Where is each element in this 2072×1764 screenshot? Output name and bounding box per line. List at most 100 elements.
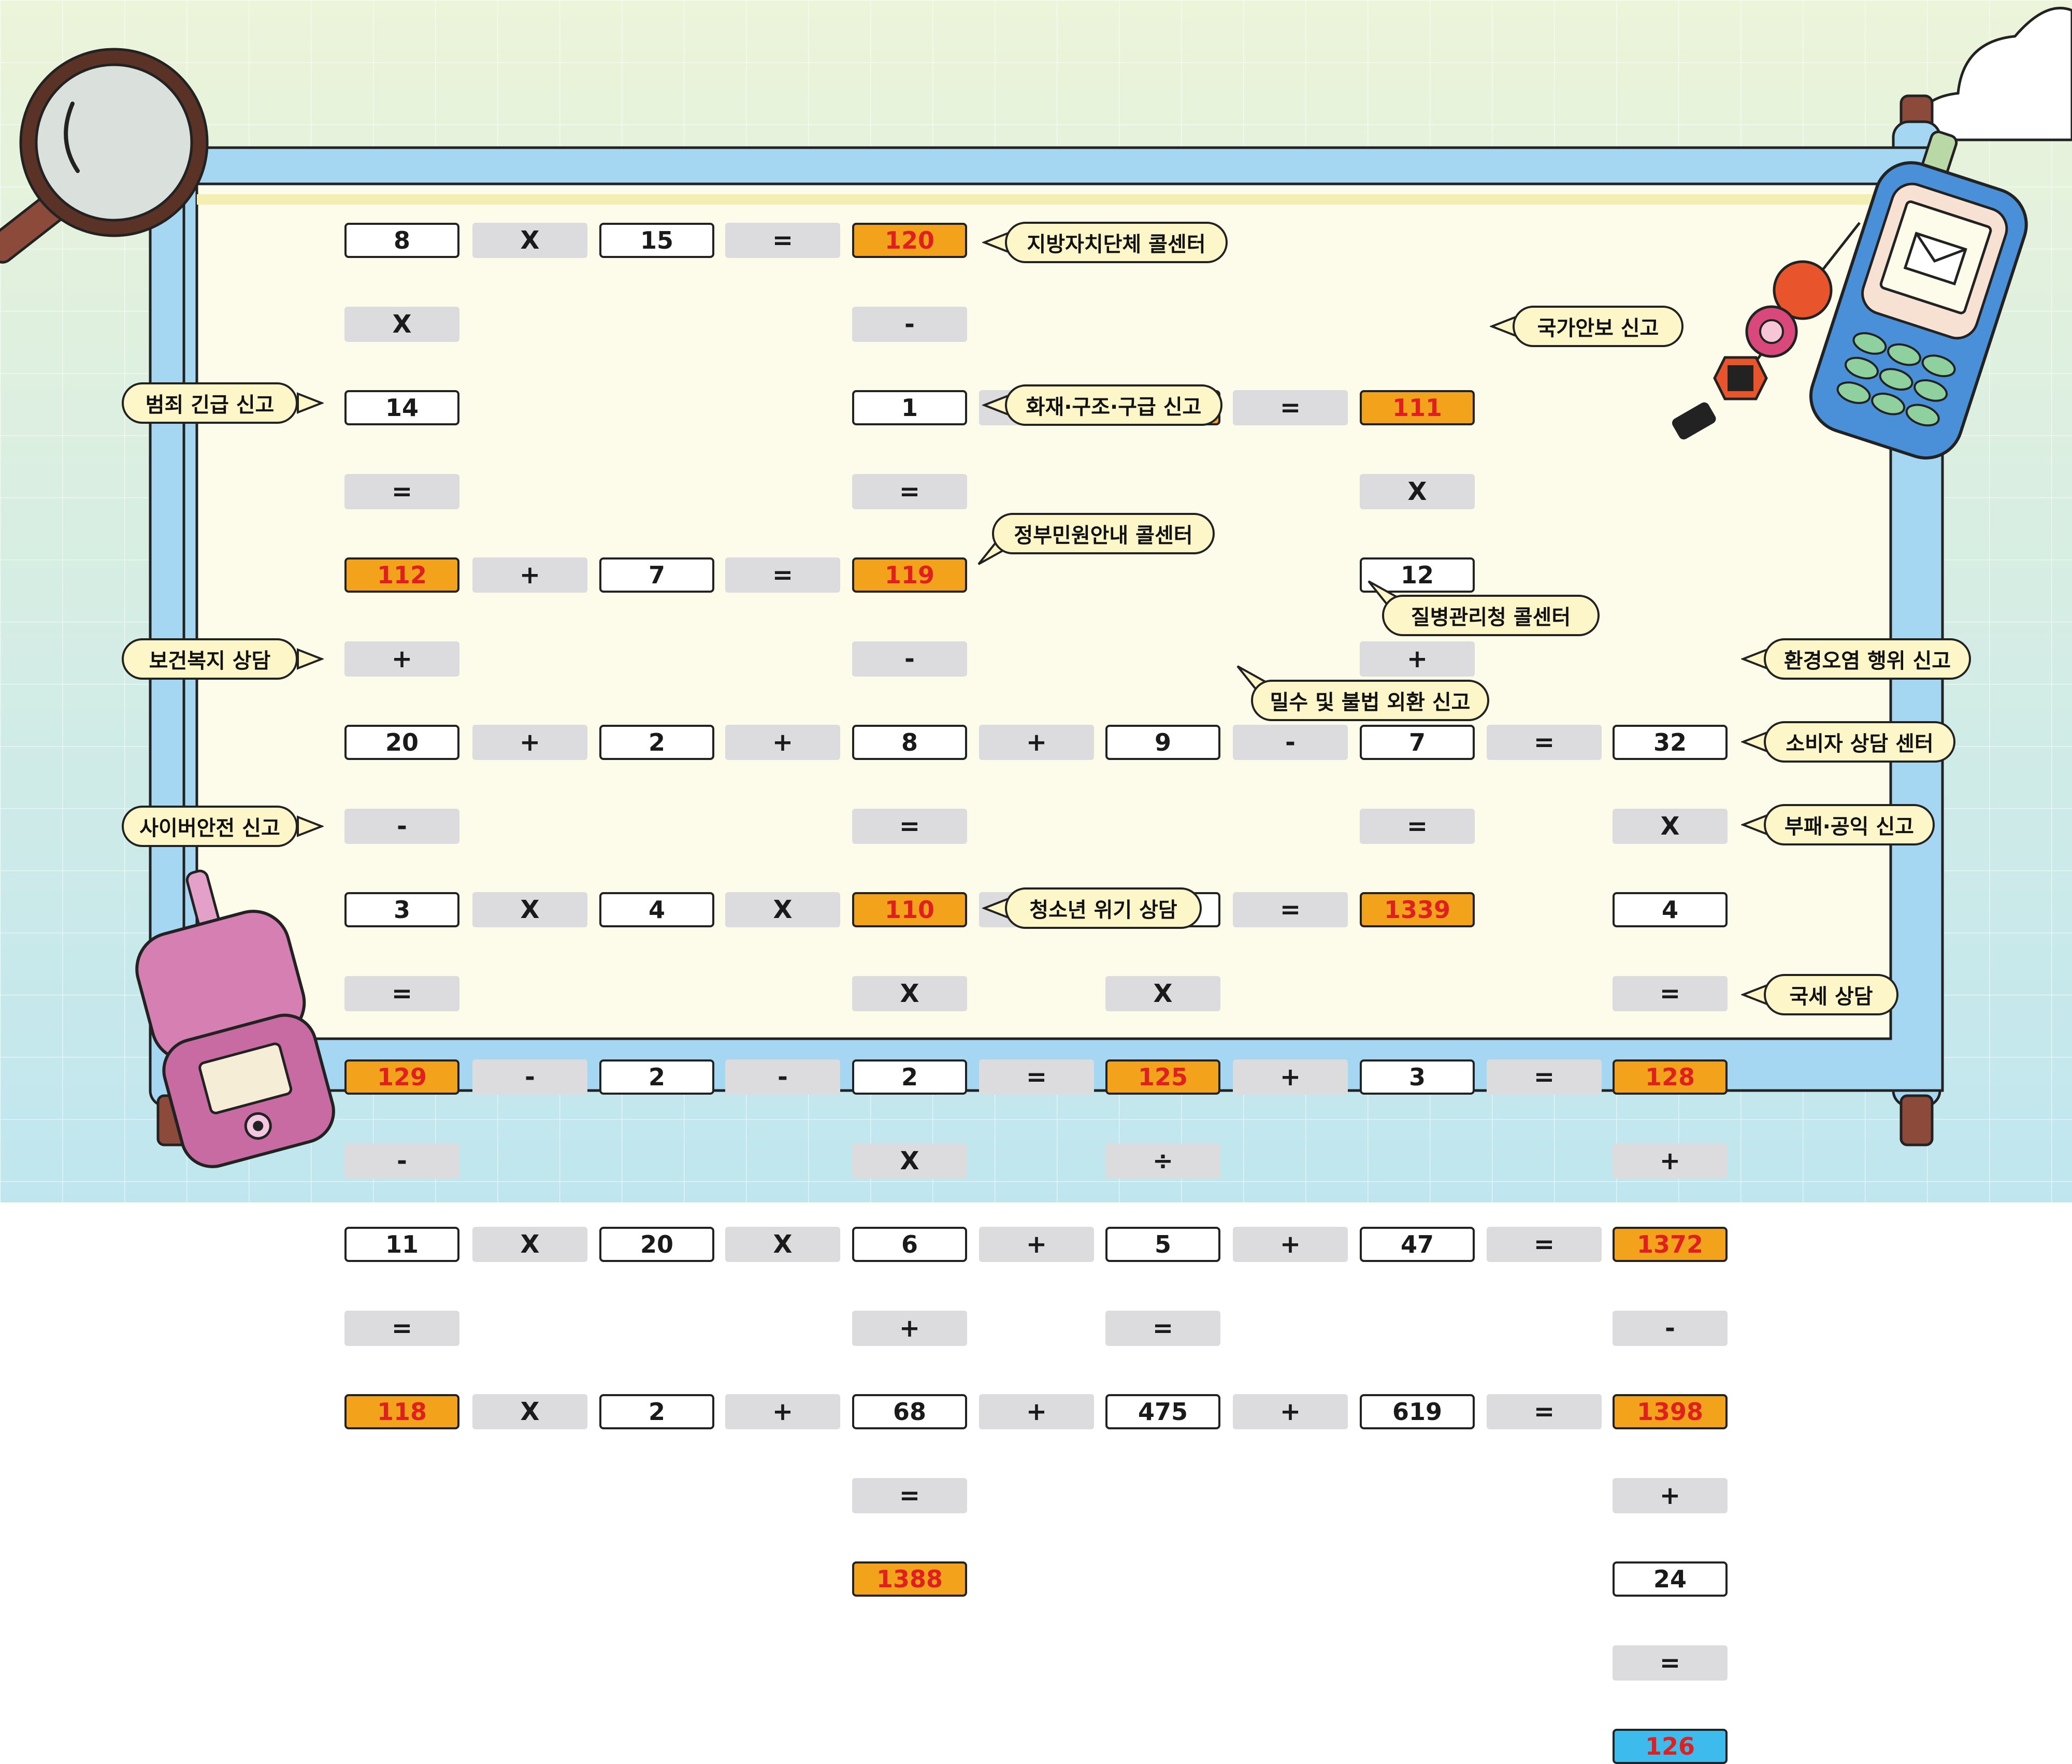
operator-tile: X bbox=[472, 1394, 587, 1429]
number-tile: 24 bbox=[1613, 1561, 1728, 1597]
operator-tile: X bbox=[472, 1227, 587, 1262]
label-bubble-tax: 국세 상담 bbox=[1764, 974, 1898, 1015]
highlighted-number-tile: 110 bbox=[852, 892, 967, 927]
operator-tile: + bbox=[1233, 1059, 1348, 1095]
number-tile: 20 bbox=[599, 1227, 714, 1262]
operator-tile: - bbox=[344, 1143, 459, 1179]
number-tile: 7 bbox=[1360, 725, 1475, 760]
number-tile: 1 bbox=[852, 390, 967, 425]
label-bubble-cyber: 사이버안전 신고 bbox=[122, 806, 298, 847]
number-tile: 14 bbox=[344, 390, 459, 425]
number-tile: 3 bbox=[344, 892, 459, 927]
operator-tile: + bbox=[725, 1394, 840, 1429]
operator-tile: = bbox=[1233, 892, 1348, 927]
highlighted-number-tile: 120 bbox=[852, 223, 967, 258]
operator-tile: + bbox=[725, 725, 840, 760]
operator-tile: + bbox=[1613, 1478, 1728, 1513]
label-bubble-national-security: 국가안보 신고 bbox=[1513, 306, 1684, 347]
highlighted-number-tile: 129 bbox=[344, 1059, 459, 1095]
highlighted-number-tile: 1398 bbox=[1613, 1394, 1728, 1429]
highlighted-number-tile: 1339 bbox=[1360, 892, 1475, 927]
highlighted-number-tile: 128 bbox=[1613, 1059, 1728, 1095]
number-tile: 8 bbox=[344, 223, 459, 258]
number-tile: 15 bbox=[599, 223, 714, 258]
highlighted-number-tile: 126 bbox=[1613, 1729, 1728, 1764]
operator-tile: = bbox=[852, 808, 967, 844]
number-tile: 2 bbox=[599, 1059, 714, 1095]
label-bubble-welfare: 보건복지 상담 bbox=[122, 638, 298, 680]
operator-tile: X bbox=[344, 306, 459, 342]
number-tile: 619 bbox=[1360, 1394, 1475, 1429]
label-bubble-local-gov: 지방자치단체 콜센터 bbox=[1005, 222, 1228, 263]
operator-tile: = bbox=[1613, 976, 1728, 1011]
operator-tile: = bbox=[1360, 808, 1475, 844]
operator-tile: - bbox=[852, 306, 967, 342]
number-tile: 2 bbox=[852, 1059, 967, 1095]
operator-tile: X bbox=[725, 892, 840, 927]
number-tile: 4 bbox=[1613, 892, 1728, 927]
number-tile: 6 bbox=[852, 1227, 967, 1262]
number-tile: 47 bbox=[1360, 1227, 1475, 1262]
operator-tile: X bbox=[852, 976, 967, 1011]
label-bubble-youth: 청소년 위기 상담 bbox=[1005, 887, 1202, 929]
label-bubble-environment: 환경오염 행위 신고 bbox=[1764, 638, 1971, 680]
operator-tile: + bbox=[979, 1227, 1094, 1262]
number-tile: 32 bbox=[1613, 725, 1728, 760]
operator-tile: - bbox=[852, 641, 967, 677]
operator-tile: + bbox=[472, 725, 587, 760]
highlighted-number-tile: 125 bbox=[1105, 1059, 1220, 1095]
operator-tile: = bbox=[979, 1059, 1094, 1095]
operator-tile: = bbox=[344, 976, 459, 1011]
operator-tile: X bbox=[852, 1143, 967, 1179]
operator-tile: - bbox=[344, 808, 459, 844]
operator-tile: = bbox=[1487, 1227, 1602, 1262]
operator-tile: X bbox=[472, 223, 587, 258]
number-tile: 20 bbox=[344, 725, 459, 760]
operator-tile: = bbox=[344, 1310, 459, 1346]
operator-tile: = bbox=[725, 557, 840, 593]
operator-tile: = bbox=[1487, 1059, 1602, 1095]
operator-tile: + bbox=[979, 1394, 1094, 1429]
highlighted-number-tile: 118 bbox=[344, 1394, 459, 1429]
label-bubble-kdca: 질병관리청 콜센터 bbox=[1382, 595, 1600, 636]
operator-tile: + bbox=[1233, 1227, 1348, 1262]
operator-tile: = bbox=[852, 1478, 967, 1513]
operator-tile: + bbox=[1233, 1394, 1348, 1429]
operator-tile: - bbox=[1613, 1310, 1728, 1346]
operator-tile: + bbox=[344, 641, 459, 677]
operator-tile: X bbox=[1613, 808, 1728, 844]
operator-tile: = bbox=[1613, 1645, 1728, 1681]
number-tile: 2 bbox=[599, 1394, 714, 1429]
number-tile: 11 bbox=[344, 1227, 459, 1262]
operator-tile: = bbox=[852, 474, 967, 509]
operator-tile: = bbox=[1487, 725, 1602, 760]
highlighted-number-tile: 112 bbox=[344, 557, 459, 593]
label-bubble-corruption: 부패·공익 신고 bbox=[1764, 804, 1935, 845]
operator-tile: - bbox=[1233, 725, 1348, 760]
operator-tile: = bbox=[344, 474, 459, 509]
number-tile: 475 bbox=[1105, 1394, 1220, 1429]
operator-tile: - bbox=[725, 1059, 840, 1095]
operator-tile: X bbox=[725, 1227, 840, 1262]
label-bubble-crime: 범죄 긴급 신고 bbox=[122, 382, 298, 424]
label-bubble-fire-rescue: 화재·구조·구급 신고 bbox=[1005, 384, 1222, 426]
number-tile: 68 bbox=[852, 1394, 967, 1429]
operator-tile: = bbox=[725, 223, 840, 258]
number-tile: 9 bbox=[1105, 725, 1220, 760]
number-tile: 5 bbox=[1105, 1227, 1220, 1262]
highlighted-number-tile: 1388 bbox=[852, 1561, 967, 1597]
label-bubble-gov-civil: 정부민원안내 콜센터 bbox=[992, 513, 1215, 554]
operator-tile: X bbox=[1360, 474, 1475, 509]
number-tile: 3 bbox=[1360, 1059, 1475, 1095]
label-bubble-consumer: 소비자 상담 센터 bbox=[1764, 721, 1955, 763]
highlighted-number-tile: 1372 bbox=[1613, 1227, 1728, 1262]
label-bubble-smuggling: 밀수 및 불법 외환 신고 bbox=[1251, 680, 1489, 721]
operator-tile: = bbox=[1487, 1394, 1602, 1429]
operator-tile: X bbox=[472, 892, 587, 927]
number-tile: 8 bbox=[852, 725, 967, 760]
operator-tile: ÷ bbox=[1105, 1143, 1220, 1179]
phone-number-puzzle-board: 8X15=120X-141+110=111==X112+7=11912+-+20… bbox=[0, 0, 2072, 1764]
number-tile: 7 bbox=[599, 557, 714, 593]
number-tile: 4 bbox=[599, 892, 714, 927]
highlighted-number-tile: 119 bbox=[852, 557, 967, 593]
